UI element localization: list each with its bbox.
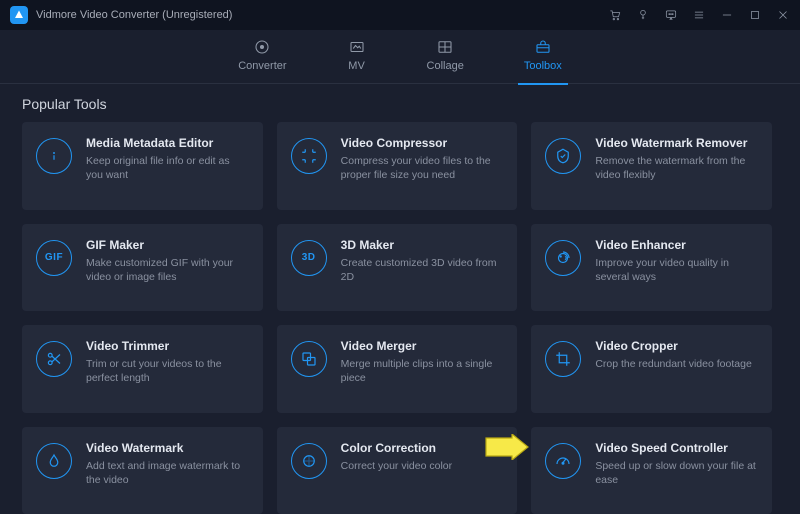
content-area: Popular Tools Media Metadata Editor Keep … (0, 84, 800, 514)
card-title: Video Merger (341, 339, 504, 353)
card-body: Video Watermark Add text and image waterm… (86, 441, 249, 501)
tool-card-video-speed-controller[interactable]: Video Speed Controller Speed up or slow d… (531, 427, 772, 514)
card-body: Video Trimmer Trim or cut your videos to … (86, 339, 249, 399)
card-title: Video Cropper (595, 339, 758, 353)
tool-card-gif-maker[interactable]: GIF GIF Maker Make customized GIF with you… (22, 224, 263, 312)
window-controls (608, 8, 790, 22)
app-logo (10, 6, 28, 24)
tool-grid: Media Metadata Editor Keep original file … (22, 122, 778, 514)
toolbox-icon (533, 38, 553, 56)
tool-card-video-cropper[interactable]: Video Cropper Crop the redundant video fo… (531, 325, 772, 413)
tool-card-video-merger[interactable]: Video Merger Merge multiple clips into a … (277, 325, 518, 413)
card-title: Video Trimmer (86, 339, 249, 353)
tab-converter[interactable]: Converter (238, 38, 286, 76)
card-body: Video Merger Merge multiple clips into a … (341, 339, 504, 399)
tool-card-media-metadata-editor[interactable]: Media Metadata Editor Keep original file … (22, 122, 263, 210)
card-body: Video Watermark Remover Remove the waterm… (595, 136, 758, 196)
card-body: Video Cropper Crop the redundant video fo… (595, 339, 758, 399)
tool-card-video-watermark[interactable]: Video Watermark Add text and image waterm… (22, 427, 263, 514)
card-desc: Add text and image watermark to the vide… (86, 459, 249, 487)
watermark-icon (36, 443, 72, 479)
titlebar: Vidmore Video Converter (Unregistered) (0, 0, 800, 30)
key-icon[interactable] (636, 8, 650, 22)
card-title: Video Watermark (86, 441, 249, 455)
card-desc: Crop the redundant video footage (595, 357, 758, 371)
tab-label: Converter (238, 60, 286, 72)
tool-card-color-correction[interactable]: Color Correction Correct your video color (277, 427, 518, 514)
converter-icon (252, 38, 272, 56)
card-title: GIF Maker (86, 238, 249, 252)
enhance-icon (545, 240, 581, 276)
cart-icon[interactable] (608, 8, 622, 22)
close-button[interactable] (776, 8, 790, 22)
tool-card-video-compressor[interactable]: Video Compressor Compress your video file… (277, 122, 518, 210)
section-title: Popular Tools (22, 96, 778, 112)
card-body: Media Metadata Editor Keep original file … (86, 136, 249, 196)
card-desc: Improve your video quality in several wa… (595, 256, 758, 284)
tab-toolbox[interactable]: Toolbox (524, 38, 562, 76)
card-title: Video Watermark Remover (595, 136, 758, 150)
speed-icon (545, 443, 581, 479)
color-icon (291, 443, 327, 479)
crop-icon (545, 341, 581, 377)
card-title: Video Enhancer (595, 238, 758, 252)
tab-label: MV (348, 60, 365, 72)
app-title: Vidmore Video Converter (Unregistered) (36, 9, 232, 21)
card-desc: Trim or cut your videos to the perfect l… (86, 357, 249, 385)
tab-label: Collage (427, 60, 464, 72)
merge-icon (291, 341, 327, 377)
card-desc: Speed up or slow down your file at ease (595, 459, 758, 487)
card-title: Color Correction (341, 441, 504, 455)
tool-card-video-watermark-remover[interactable]: Video Watermark Remover Remove the waterm… (531, 122, 772, 210)
tool-card-video-enhancer[interactable]: Video Enhancer Improve your video quality… (531, 224, 772, 312)
tab-mv[interactable]: MV (347, 38, 367, 76)
info-icon (36, 138, 72, 174)
gif-icon: GIF (36, 240, 72, 276)
card-desc: Create customized 3D video from 2D (341, 256, 504, 284)
card-desc: Make customized GIF with your video or i… (86, 256, 249, 284)
collage-icon (435, 38, 455, 56)
maximize-button[interactable] (748, 8, 762, 22)
minimize-button[interactable] (720, 8, 734, 22)
wm-remove-icon (545, 138, 581, 174)
tool-card-3d-maker[interactable]: 3D 3D Maker Create customized 3D video fro… (277, 224, 518, 312)
mv-icon (347, 38, 367, 56)
trim-icon (36, 341, 72, 377)
3d-icon: 3D (291, 240, 327, 276)
menu-icon[interactable] (692, 8, 706, 22)
card-title: 3D Maker (341, 238, 504, 252)
card-body: Video Enhancer Improve your video quality… (595, 238, 758, 298)
card-title: Video Compressor (341, 136, 504, 150)
card-desc: Keep original file info or edit as you w… (86, 154, 249, 182)
card-body: Color Correction Correct your video color (341, 441, 504, 501)
card-desc: Merge multiple clips into a single piece (341, 357, 504, 385)
card-desc: Remove the watermark from the video flex… (595, 154, 758, 182)
feedback-icon[interactable] (664, 8, 678, 22)
main-tabs: Converter MV Collage Toolbox (0, 30, 800, 84)
card-desc: Compress your video files to the proper … (341, 154, 504, 182)
compress-icon (291, 138, 327, 174)
tool-card-video-trimmer[interactable]: Video Trimmer Trim or cut your videos to … (22, 325, 263, 413)
card-body: 3D Maker Create customized 3D video from … (341, 238, 504, 298)
tab-label: Toolbox (524, 60, 562, 72)
card-title: Media Metadata Editor (86, 136, 249, 150)
card-title: Video Speed Controller (595, 441, 758, 455)
card-body: Video Compressor Compress your video file… (341, 136, 504, 196)
card-desc: Correct your video color (341, 459, 504, 473)
card-body: Video Speed Controller Speed up or slow d… (595, 441, 758, 501)
card-body: GIF Maker Make customized GIF with your v… (86, 238, 249, 298)
tab-collage[interactable]: Collage (427, 38, 464, 76)
